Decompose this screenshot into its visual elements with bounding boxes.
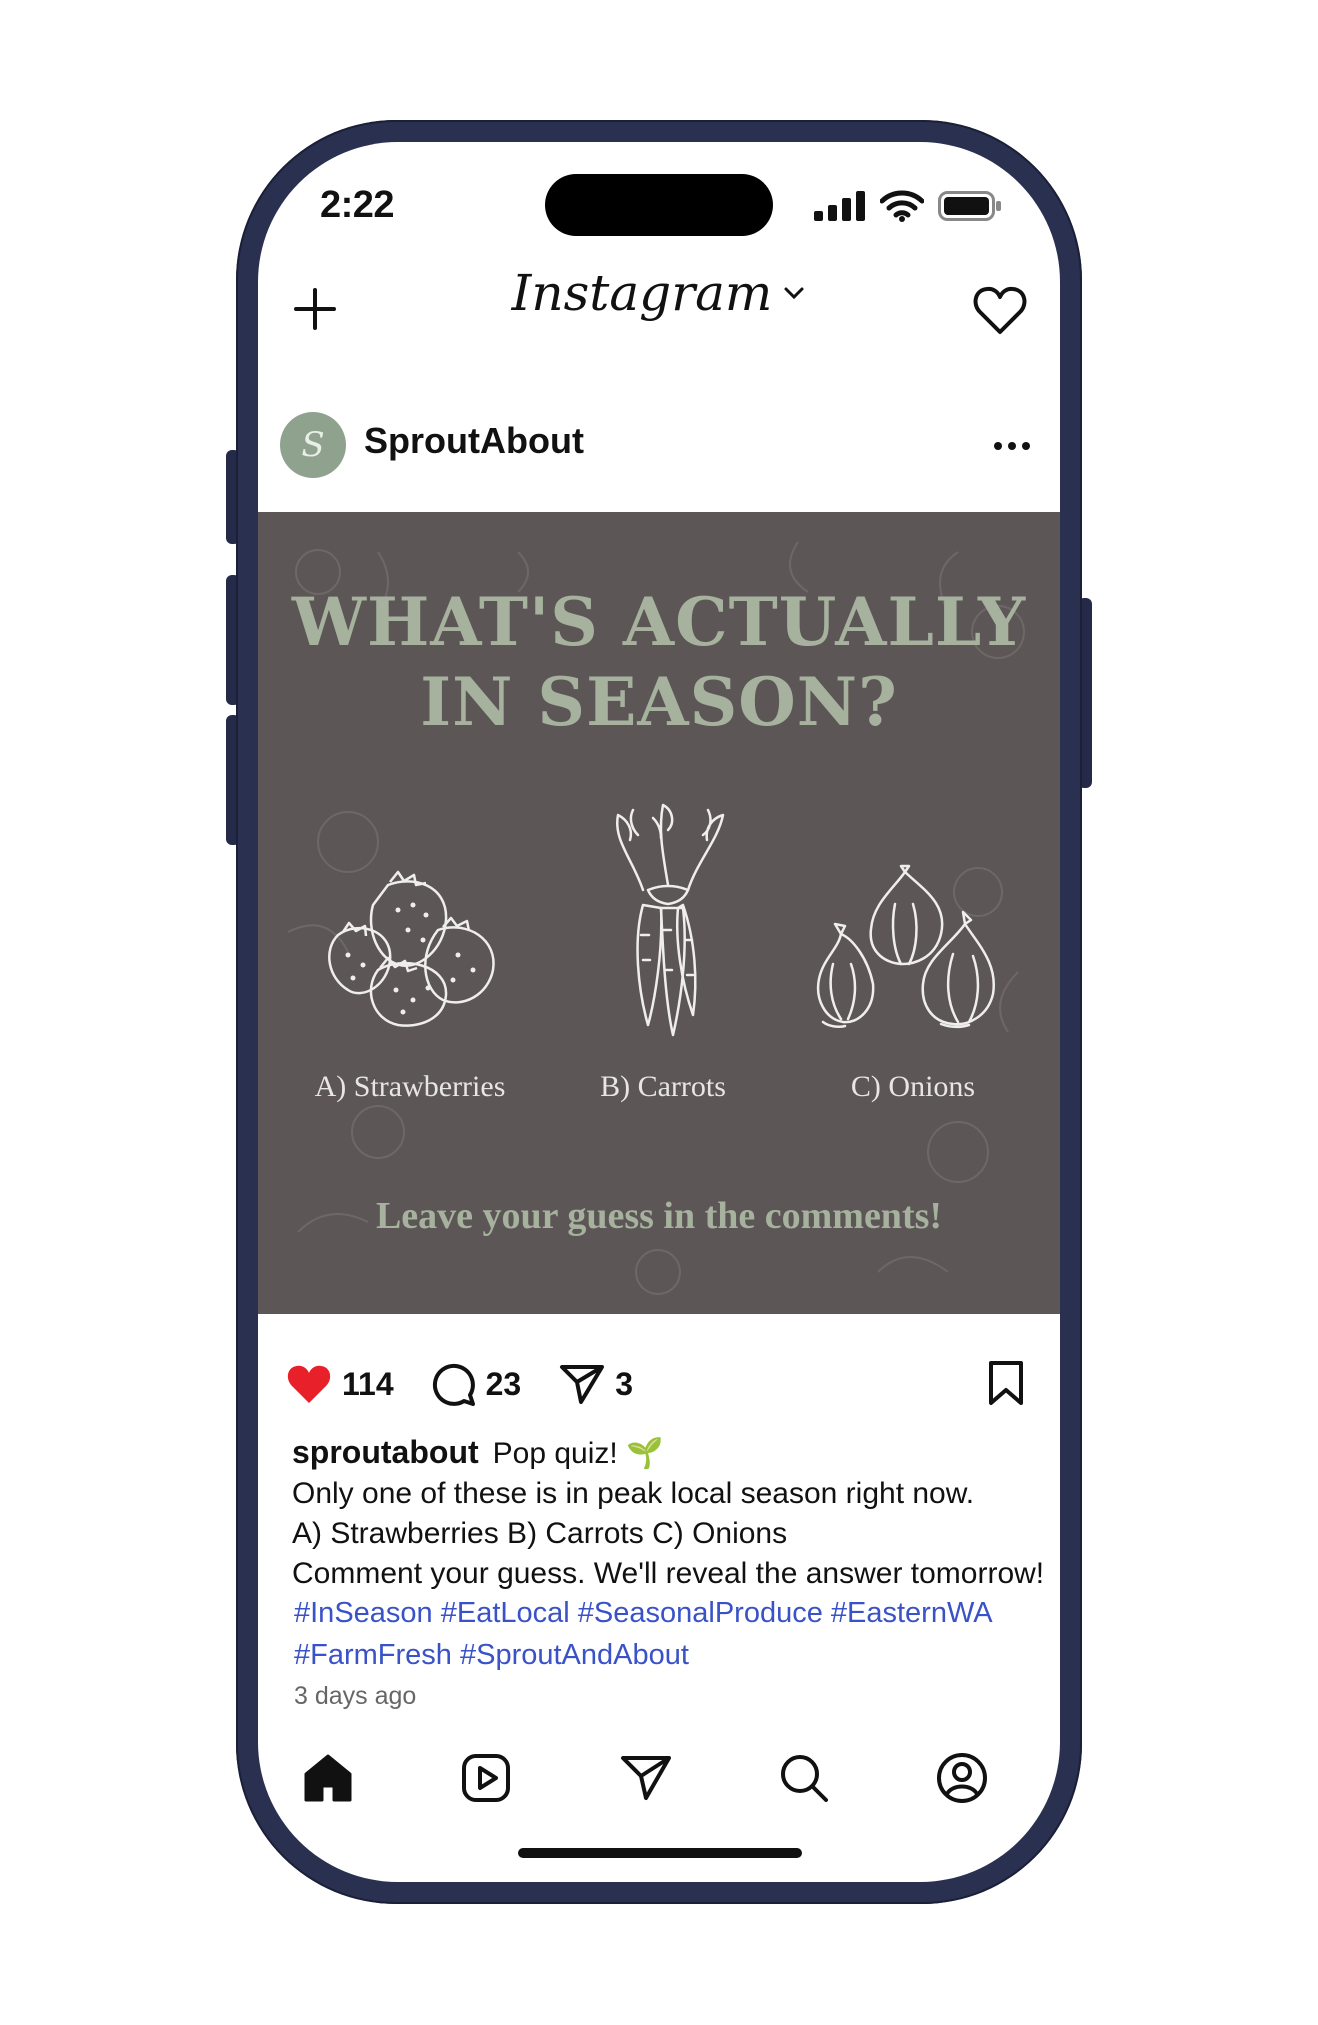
option-a-label: A) Strawberries [314,1070,506,1103]
comment-button[interactable]: 23 [432,1362,522,1406]
status-time: 2:22 [320,184,395,226]
post-title-line2: IN SEASON? [420,663,898,741]
post-timestamp: 3 days ago [294,1682,417,1710]
hashtags-line1[interactable]: #InSeason #EatLocal #SeasonalProduce #Ea… [294,1592,1034,1634]
post-username[interactable]: SproutAbout [364,420,584,462]
avatar-letter: S [301,425,325,465]
caption-line1: sproutabout Pop quiz! 🌱 [292,1432,1052,1474]
option-c-label: C) Onions [850,1070,976,1103]
post-actions: 114 23 3 [286,1362,671,1406]
dynamic-island [545,174,773,236]
strawberries-illustration [328,870,495,1027]
app-logo[interactable]: Instagram [258,264,1060,322]
post-cta: Leave your guess in the comments! [375,1195,943,1237]
wifi-icon [880,190,924,222]
phone-mockup: 2:22 Instagram S SproutAbout WHAT'S ACTU… [0,0,1318,2025]
battery-icon [938,191,1001,221]
hashtags[interactable]: #InSeason #EatLocal #SeasonalProduce #Ea… [294,1592,1034,1676]
onions-illustration [816,864,996,1029]
shares-count: 3 [615,1365,634,1402]
profile-icon[interactable] [934,1750,990,1806]
bookmark-icon[interactable] [986,1360,1026,1406]
bottom-nav [258,1750,1060,1820]
home-icon[interactable] [300,1750,356,1806]
hashtags-line2[interactable]: #FarmFresh #SproutAndAbout [294,1634,1034,1676]
post-caption: sproutabout Pop quiz! 🌱 Only one of these… [292,1432,1052,1594]
notifications-heart-icon[interactable] [972,284,1028,336]
reels-icon[interactable] [458,1750,514,1806]
phone-screen: 2:22 Instagram S SproutAbout WHAT'S ACTU… [258,142,1060,1882]
send-icon [560,1365,605,1404]
avatar[interactable]: S [280,412,346,478]
comment-icon [432,1363,475,1406]
home-indicator[interactable] [518,1848,802,1858]
heart-filled-icon [287,1365,331,1403]
more-options-icon[interactable] [992,440,1032,452]
chevron-down-icon [784,287,804,300]
caption-lead: Pop quiz! 🌱 [492,1437,664,1470]
share-button[interactable]: 3 [559,1363,633,1405]
comments-count: 23 [485,1365,522,1402]
caption-line4: Comment your guess. We'll reveal the ans… [292,1557,1045,1590]
cellular-signal-icon [814,191,865,221]
option-b-label: B) Carrots [600,1070,726,1103]
search-icon[interactable] [776,1750,832,1806]
caption-line2: Only one of these is in peak local seaso… [292,1477,975,1510]
status-icons [814,190,1002,222]
like-button[interactable]: 114 [286,1363,394,1405]
caption-username[interactable]: sproutabout [292,1434,479,1470]
likes-count: 114 [342,1365,394,1402]
carrots-illustration [615,803,725,1037]
caption-line3: A) Strawberries B) Carrots C) Onions [292,1517,788,1550]
app-name: Instagram [511,264,773,322]
post-title-line1: WHAT'S ACTUALLY [291,583,1027,661]
messages-send-icon[interactable] [618,1750,674,1806]
post-title: WHAT'S ACTUALLY IN SEASON? [258,582,1060,742]
post-image[interactable]: WHAT'S ACTUALLY IN SEASON? A) Strawberri… [258,512,1060,1314]
